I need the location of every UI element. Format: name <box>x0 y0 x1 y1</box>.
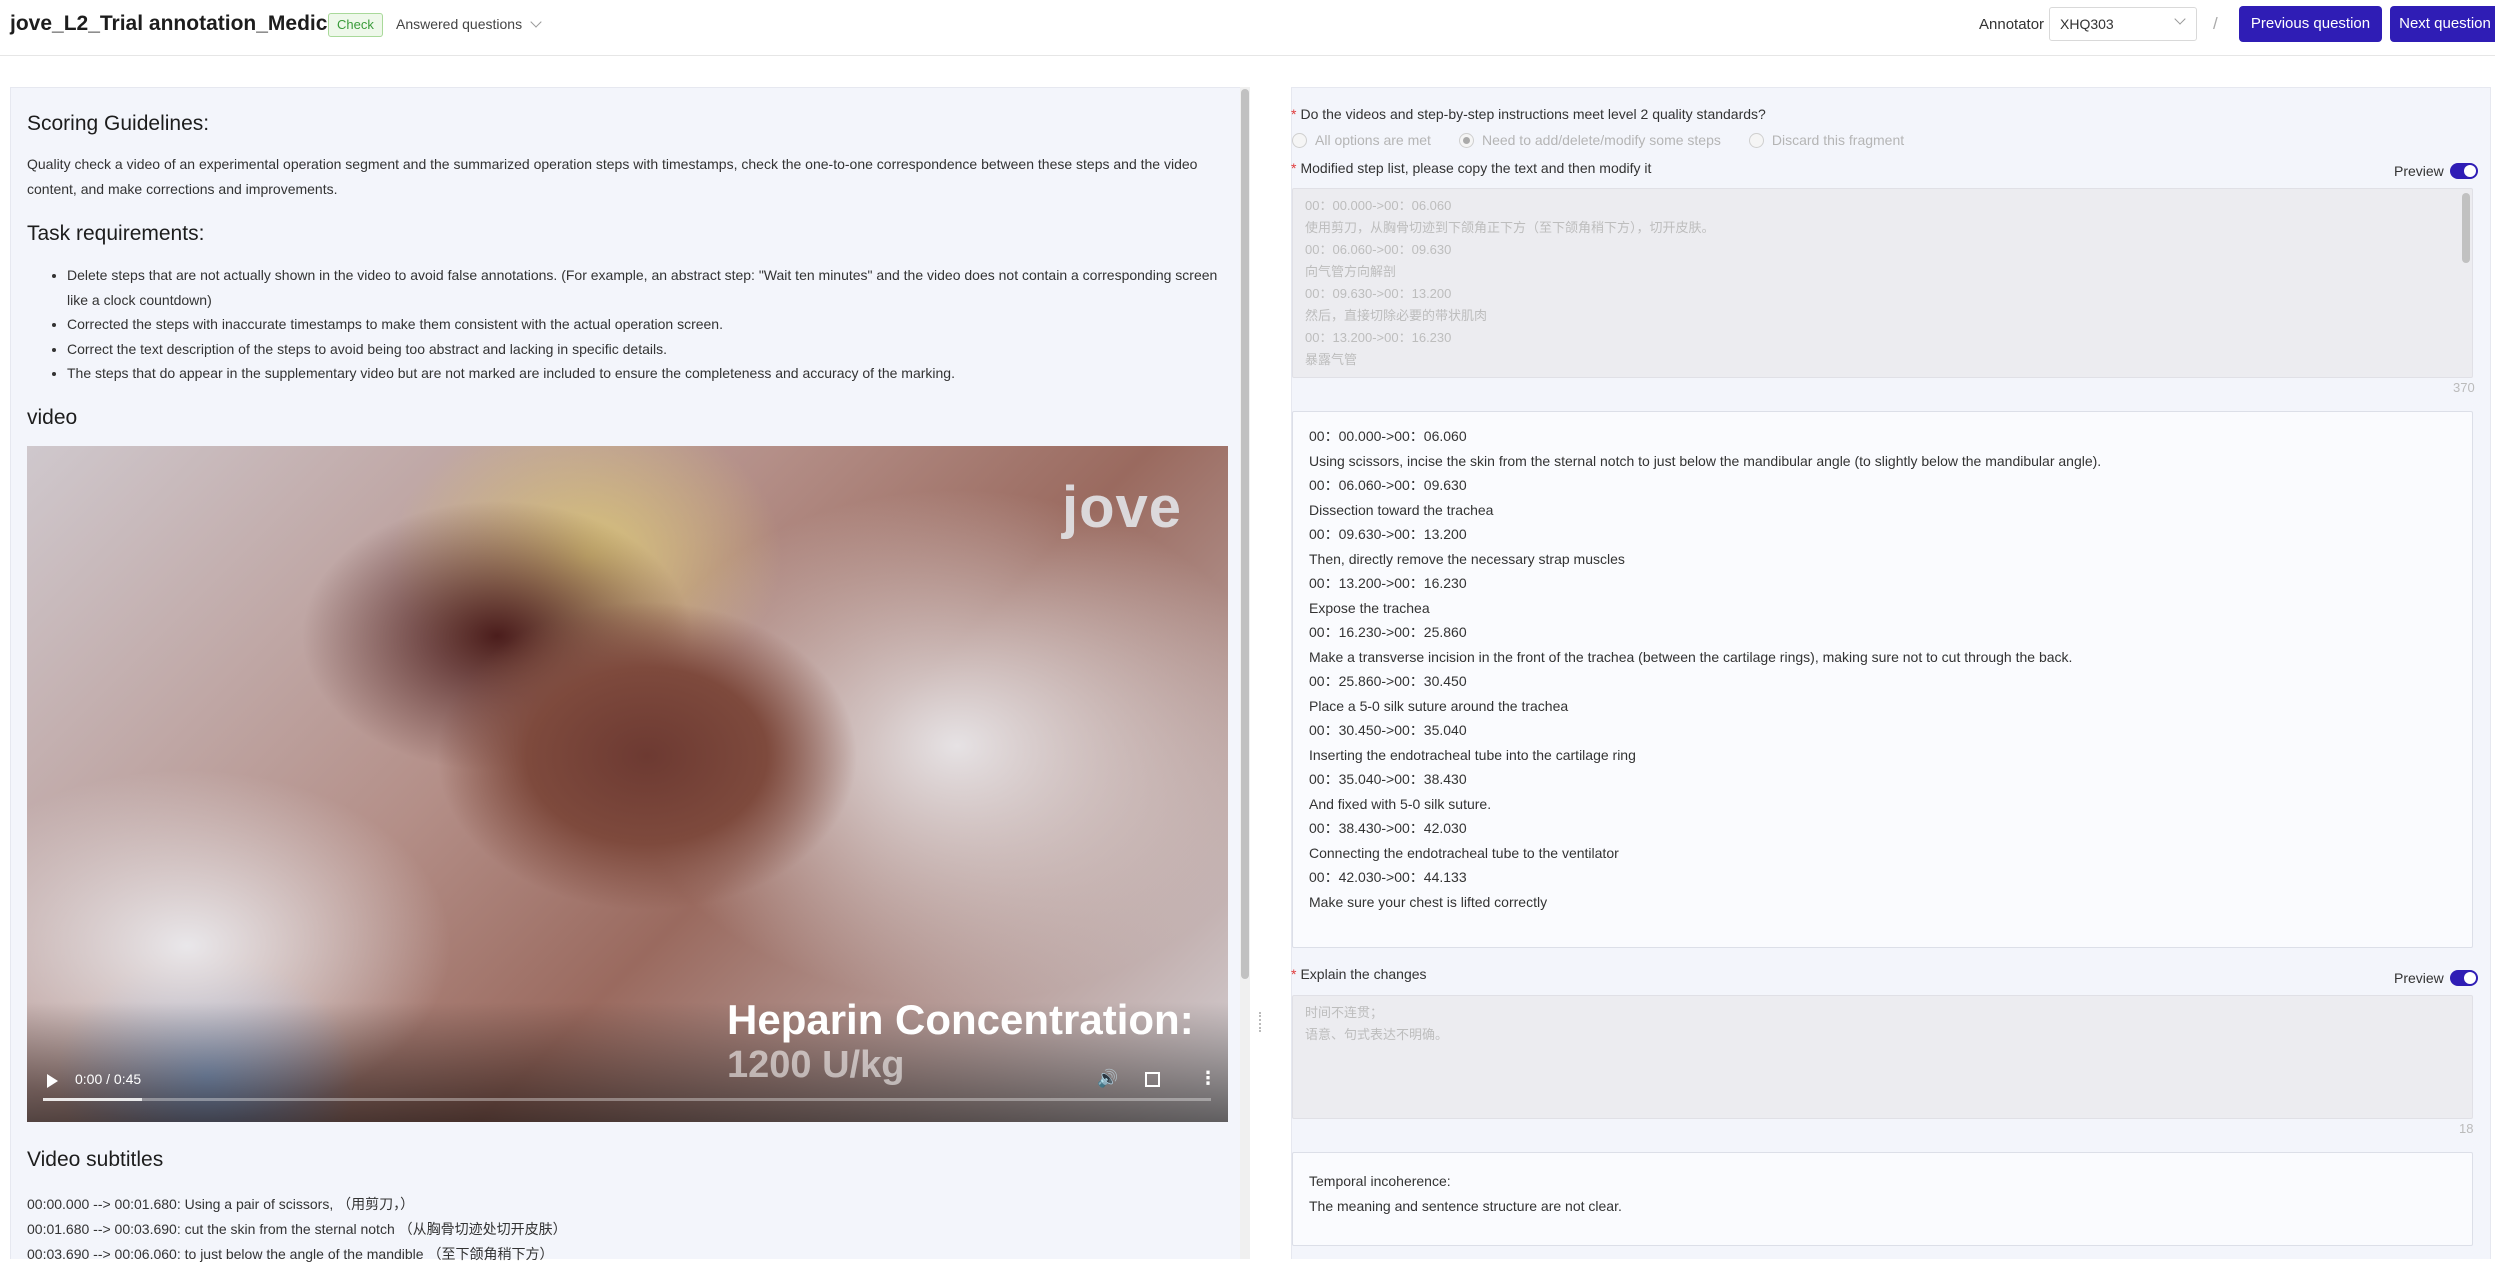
requirement-item: Correct the text description of the step… <box>67 337 1237 362</box>
subtitle-line: 00:03.690 --> 00:06.060: to just below t… <box>27 1246 554 1262</box>
video-overlay-value: 1200 U/kg <box>727 1044 905 1086</box>
q1-radio-group: All options are met Need to add/delete/m… <box>1292 132 1904 148</box>
q3-label: * Explain the changes <box>1291 966 1427 982</box>
fullscreen-icon[interactable] <box>1145 1072 1160 1087</box>
subtitle-line: 00:00.000 --> 00:01.680: Using a pair of… <box>27 1196 415 1212</box>
annotator-label: Annotator <box>1979 16 2045 33</box>
top-bar: jove_L2_Trial annotation_Medical Check A… <box>0 0 2495 56</box>
explain-changes-textarea[interactable]: 时间不连贯； 语意、句式表达不明确。 <box>1292 995 2473 1119</box>
video-overlay-title: Heparin Concentration: <box>727 996 1194 1043</box>
play-icon[interactable] <box>47 1074 58 1088</box>
q2-label-text: Modified step list, please copy the text… <box>1300 160 1652 176</box>
panel-resize-handle[interactable] <box>1259 1012 1263 1032</box>
q3-label-text: Explain the changes <box>1300 966 1427 982</box>
radio-need-modify[interactable]: Need to add/delete/modify some steps <box>1458 132 1721 148</box>
jove-watermark: jove <box>1062 475 1183 540</box>
toggle-switch[interactable] <box>2449 163 2478 179</box>
textarea-scrollbar[interactable] <box>2462 193 2470 263</box>
app-title: jove_L2_Trial annotation_Medical <box>10 12 345 35</box>
q2-char-count: 370 <box>2453 380 2475 395</box>
annotator-select[interactable]: XHQ303 <box>2049 7 2197 41</box>
video-progress-fill <box>43 1098 143 1101</box>
video-player[interactable]: jove Heparin Concentration: 1200 U/kg 0:… <box>27 446 1228 1122</box>
requirements-list: Delete steps that are not actually shown… <box>67 263 1237 386</box>
radio-all-options-met[interactable]: All options are met <box>1292 132 1431 148</box>
step-list-preview: 00：00.000->00：06.060 Using scissors, inc… <box>1292 411 2473 948</box>
answered-questions-dropdown[interactable]: Answered questions <box>396 16 542 32</box>
scoring-guidelines-text: Quality check a video of an experimental… <box>27 156 1198 197</box>
video-heading: video <box>27 406 78 429</box>
volume-icon[interactable]: 🔊 <box>1097 1069 1118 1089</box>
guidelines-panel: Scoring Guidelines: Quality check a vide… <box>10 87 1250 1262</box>
video-progress-bar[interactable] <box>43 1098 1211 1101</box>
q1-label-text: Do the videos and step-by-step instructi… <box>1300 106 1766 122</box>
chevron-down-icon <box>530 16 542 28</box>
task-requirements-heading: Task requirements: <box>27 222 205 245</box>
annotator-value: XHQ303 <box>2060 16 2114 32</box>
answered-questions-label: Answered questions <box>396 16 523 32</box>
status-badge: Check <box>328 13 383 37</box>
q2-preview-toggle[interactable]: Preview <box>2394 163 2478 179</box>
requirement-item: Corrected the steps with inaccurate time… <box>67 312 1237 337</box>
subtitle-line: 00:01.680 --> 00:03.690: cut the skin fr… <box>27 1221 567 1237</box>
next-question-button[interactable]: Next question <box>2390 6 2495 42</box>
requirement-item: Delete steps that are not actually shown… <box>67 263 1237 312</box>
subtitles-list: 00:00.000 --> 00:01.680: Using a pair of… <box>27 1192 567 1267</box>
separator: / <box>2213 14 2218 33</box>
scoring-guidelines-heading: Scoring Guidelines: <box>27 112 210 135</box>
video-subtitles-heading: Video subtitles <box>27 1148 164 1171</box>
q1-label: * Do the videos and step-by-step instruct… <box>1291 106 1766 122</box>
q2-label: * Modified step list, please copy the tex… <box>1291 160 1652 176</box>
explain-changes-preview: Temporal incoherence: The meaning and se… <box>1292 1152 2473 1246</box>
q3-preview-toggle[interactable]: Preview <box>2394 970 2478 986</box>
previous-question-button[interactable]: Previous question <box>2239 6 2382 42</box>
chevron-down-icon <box>2174 13 2186 25</box>
step-list-textarea[interactable]: 00：00.000->00：06.060 使用剪刀，从胸骨切迹到下颌角正下方（至… <box>1292 188 2473 378</box>
more-options-icon[interactable]: ⋮ <box>1199 1068 1217 1089</box>
video-time: 0:00 / 0:45 <box>75 1071 142 1087</box>
q3-char-count: 18 <box>2459 1121 2474 1136</box>
left-scrollbar[interactable] <box>1240 87 1250 1259</box>
toggle-switch[interactable] <box>2449 970 2478 986</box>
radio-discard-fragment[interactable]: Discard this fragment <box>1748 132 1904 148</box>
requirement-item: The steps that do appear in the suppleme… <box>67 361 1237 386</box>
